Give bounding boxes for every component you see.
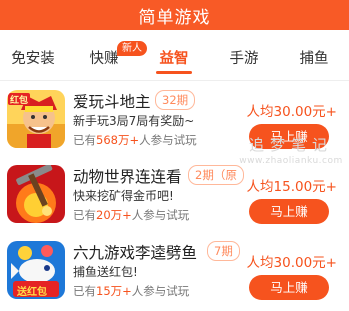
game-description: 新手玩3局7局有奖励~ <box>73 114 195 128</box>
period-badge: 32期 <box>155 90 196 110</box>
thumb-label: 红包 <box>10 96 29 106</box>
earn-now-button[interactable]: 马上赚 <box>249 275 329 300</box>
active-tab-indicator <box>156 71 192 74</box>
game-title: 爱玩斗地主 <box>73 93 151 111</box>
tab-mobile-games[interactable]: 手游 <box>230 47 259 68</box>
page-title: 简单游戏 <box>138 7 211 28</box>
reward-amount: 人均15.00元+ <box>246 179 337 195</box>
period-badge: 7期 <box>207 241 240 261</box>
game-thumbnail-animal-link <box>7 165 65 223</box>
participant-count: 已有568万+人参与试玩 <box>73 133 197 147</box>
game-thumbnail-fishing: 送红包 <box>7 241 65 299</box>
game-thumbnail-doudizhu: 红包 <box>7 90 65 148</box>
earn-now-button[interactable]: 马上赚 <box>249 199 329 224</box>
game-card-2[interactable]: 动物世界连连看 2期（原 快来挖矿得金币吧! 已有20万+人参与试玩 人均15.… <box>0 163 349 235</box>
period-badge: 2期（原 <box>188 165 244 185</box>
participant-count: 已有15万+人参与试玩 <box>73 284 190 298</box>
thumb-label: 送红包 <box>17 287 47 298</box>
game-description: 捕鱼送红包! <box>73 265 138 279</box>
earn-now-button[interactable]: 马上赚 <box>249 124 329 149</box>
game-description: 快来挖矿得金币吧! <box>73 189 174 203</box>
reward-amount: 人均30.00元+ <box>246 104 337 120</box>
app-header: 简单游戏 <box>0 0 349 30</box>
game-card-3[interactable]: 送红包 六九游戏李逵劈鱼 7期 捕鱼送红包! 已有15万+人参与试玩 人均30.… <box>0 239 349 311</box>
game-card-1[interactable]: 红包 爱玩斗地主 32期 新手玩3局7局有奖励~ 已有568万+人参与试玩 人均… <box>0 88 349 160</box>
reward-amount: 人均30.00元+ <box>246 255 337 271</box>
game-title: 动物世界连连看 <box>73 168 182 186</box>
tab-no-install[interactable]: 免安装 <box>11 47 55 68</box>
tab-fishing[interactable]: 捕鱼 <box>300 47 329 68</box>
tab-puzzle[interactable]: 益智 <box>160 47 189 68</box>
game-title: 六九游戏李逵劈鱼 <box>73 244 198 262</box>
category-tabs: 免安装 快赚 新人 益智 手游 捕鱼 <box>0 30 349 81</box>
participant-count: 已有20万+人参与试玩 <box>73 208 190 222</box>
new-user-badge: 新人 <box>117 41 147 56</box>
tab-quick-earn[interactable]: 快赚 <box>90 47 119 68</box>
